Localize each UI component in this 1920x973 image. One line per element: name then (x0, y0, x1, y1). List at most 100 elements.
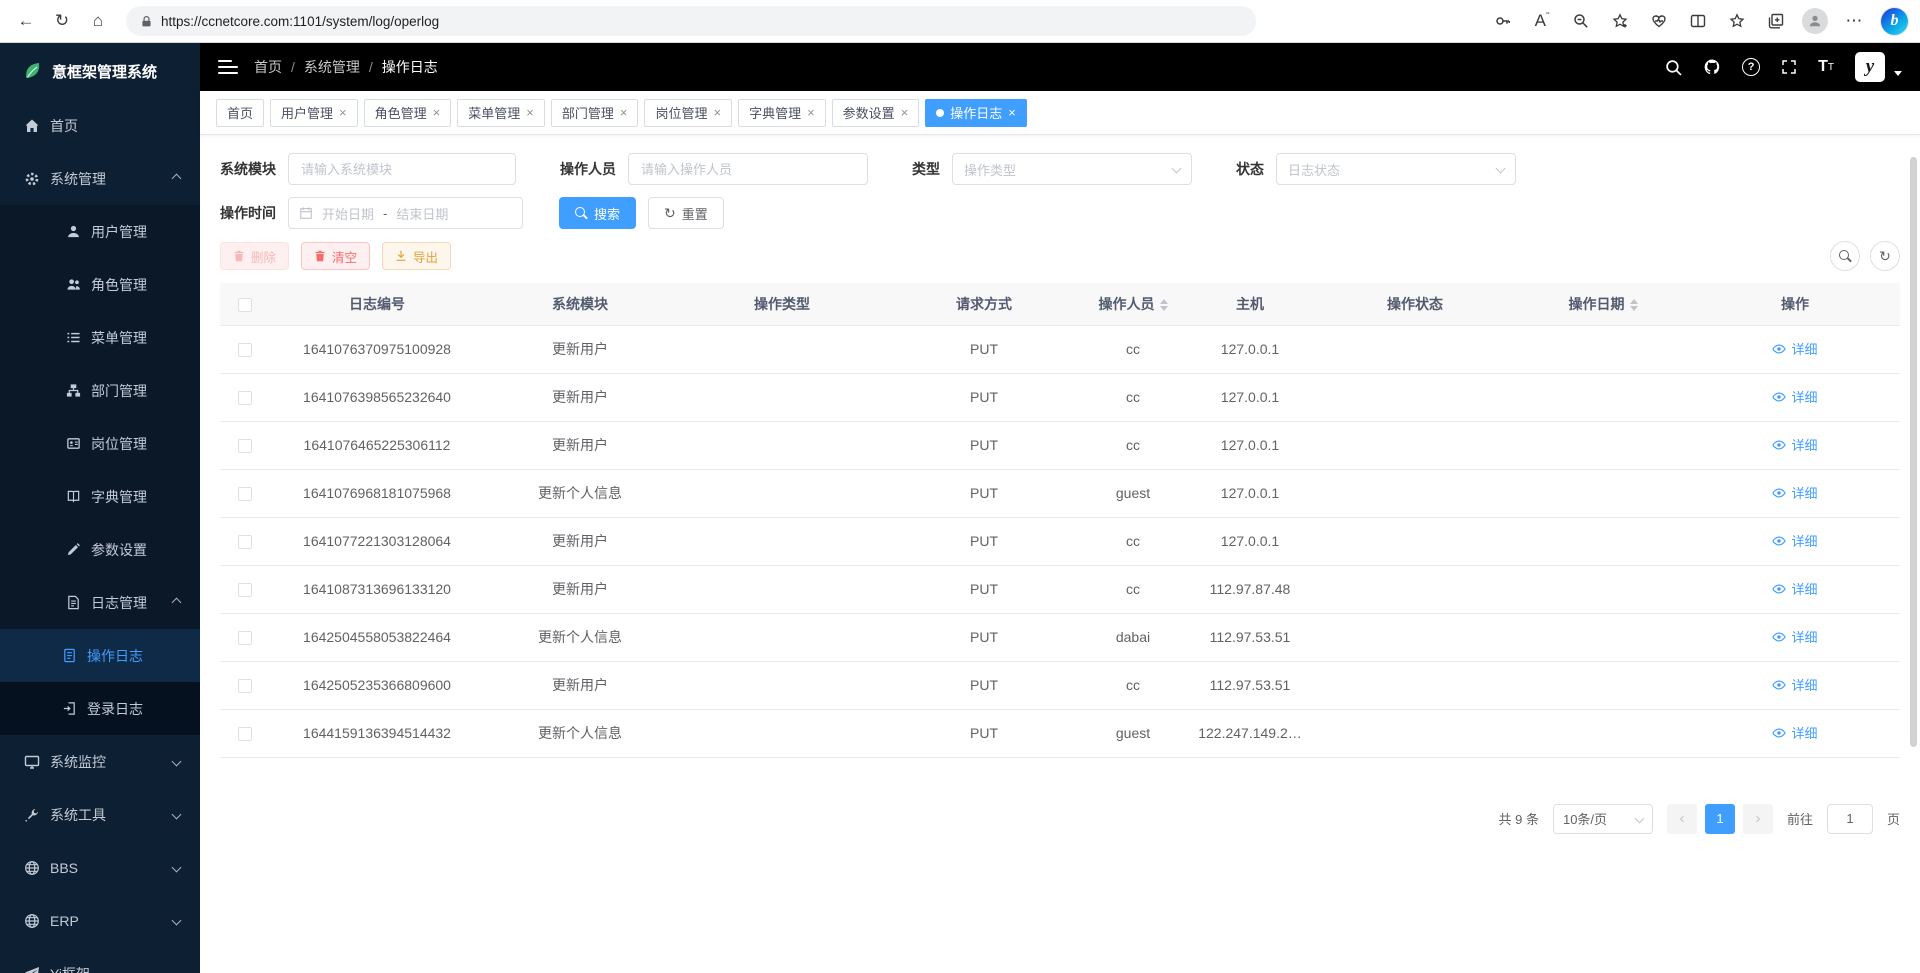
prev-page-button[interactable] (1667, 804, 1697, 834)
detail-link[interactable]: 详细 (1772, 483, 1817, 502)
module-input[interactable] (288, 153, 516, 185)
font-size-button[interactable]: TT (1818, 58, 1834, 76)
close-icon[interactable] (1008, 106, 1016, 119)
detail-link[interactable]: 详细 (1772, 627, 1817, 646)
browser-reload-button[interactable]: ↻ (44, 4, 80, 38)
sort-icon[interactable] (1630, 299, 1638, 311)
sidebar-item-user-mgmt[interactable]: 用户管理 (0, 205, 200, 258)
sidebar-item-dept-mgmt[interactable]: 部门管理 (0, 364, 200, 417)
sidebar-item-log-mgmt[interactable]: 日志管理 (0, 576, 200, 629)
sidebar-item-post-mgmt[interactable]: 岗位管理 (0, 417, 200, 470)
tab-menu-mgmt[interactable]: 菜单管理 (457, 99, 545, 127)
col-operator[interactable]: 操作人员 (1080, 283, 1186, 325)
reset-button[interactable]: ↻ 重置 (648, 197, 724, 229)
sidebar-item-home[interactable]: 首页 (0, 99, 200, 152)
tab-home[interactable]: 首页 (216, 99, 264, 127)
sidebar-item-sys-monitor[interactable]: 系统监控 (0, 735, 200, 788)
close-icon[interactable] (433, 106, 441, 119)
password-key-button[interactable] (1485, 4, 1521, 38)
next-page-button[interactable] (1743, 804, 1773, 834)
page-number-button[interactable]: 1 (1705, 804, 1735, 834)
sidebar-item-bbs[interactable]: BBS (0, 841, 200, 894)
row-checkbox[interactable] (238, 631, 252, 645)
close-icon[interactable] (713, 106, 721, 119)
row-checkbox[interactable] (238, 343, 252, 357)
sidebar-item-system-mgmt[interactable]: 系统管理 (0, 152, 200, 205)
sidebar-item-role-mgmt[interactable]: 角色管理 (0, 258, 200, 311)
row-checkbox[interactable] (238, 679, 252, 693)
sidebar-item-yi-framework[interactable]: Yi框架 (0, 947, 200, 973)
clear-button[interactable]: 清空 (301, 242, 370, 270)
type-select[interactable]: 操作类型 (952, 153, 1192, 185)
url-bar[interactable]: https://ccnetcore.com:1101/system/log/op… (126, 6, 1256, 36)
read-aloud-button[interactable]: A˜ (1524, 4, 1560, 38)
browser-home-button[interactable]: ⌂ (80, 4, 116, 38)
github-button[interactable] (1703, 58, 1721, 76)
breadcrumb-system-mgmt[interactable]: 系统管理 (304, 57, 360, 77)
status-select[interactable]: 日志状态 (1276, 153, 1516, 185)
detail-link[interactable]: 详细 (1772, 531, 1817, 550)
delete-button[interactable]: 删除 (220, 242, 289, 270)
row-checkbox[interactable] (238, 535, 252, 549)
sidebar-item-dict-mgmt[interactable]: 字典管理 (0, 470, 200, 523)
caret-down-icon[interactable] (1894, 71, 1902, 76)
detail-link[interactable]: 详细 (1772, 723, 1817, 742)
browser-back-button[interactable]: ← (8, 4, 44, 38)
detail-link[interactable]: 详细 (1772, 435, 1817, 454)
fullscreen-button[interactable] (1781, 59, 1797, 75)
help-button[interactable]: ? (1742, 58, 1760, 76)
row-checkbox[interactable] (238, 439, 252, 453)
toggle-search-button[interactable] (1830, 241, 1860, 271)
browser-profile-button[interactable] (1797, 4, 1833, 38)
detail-link[interactable]: 详细 (1772, 579, 1817, 598)
tab-dict-mgmt[interactable]: 字典管理 (738, 99, 826, 127)
zoom-out-button[interactable] (1563, 4, 1599, 38)
search-button[interactable]: 搜索 (559, 197, 636, 229)
row-checkbox[interactable] (238, 487, 252, 501)
page-size-select[interactable]: 10条/页 (1553, 804, 1653, 834)
split-screen-button[interactable] (1680, 4, 1716, 38)
sidebar-item-login-log[interactable]: 登录日志 (0, 682, 200, 735)
favorites-button[interactable] (1719, 4, 1755, 38)
tab-param-settings[interactable]: 参数设置 (832, 99, 920, 127)
close-icon[interactable] (807, 106, 815, 119)
close-icon[interactable] (901, 106, 909, 119)
export-button[interactable]: 导出 (382, 242, 451, 270)
sidebar-toggle-button[interactable] (218, 60, 238, 74)
refresh-table-button[interactable]: ↻ (1870, 241, 1900, 271)
close-icon[interactable] (339, 106, 347, 119)
detail-link[interactable]: 详细 (1772, 339, 1817, 358)
sort-icon[interactable] (1160, 299, 1168, 311)
row-checkbox[interactable] (238, 583, 252, 597)
header-search-button[interactable] (1665, 59, 1682, 76)
tab-oper-log[interactable]: 操作日志 (925, 99, 1027, 127)
detail-link[interactable]: 详细 (1772, 387, 1817, 406)
browser-essentials-button[interactable] (1641, 4, 1677, 38)
tab-role-mgmt[interactable]: 角色管理 (364, 99, 452, 127)
tab-user-mgmt[interactable]: 用户管理 (270, 99, 358, 127)
select-all-checkbox[interactable] (238, 298, 252, 312)
user-avatar[interactable]: y (1855, 52, 1885, 82)
detail-link[interactable]: 详细 (1772, 675, 1817, 694)
goto-page-input[interactable] (1827, 804, 1873, 834)
breadcrumb-home[interactable]: 首页 (254, 57, 282, 77)
sidebar-item-menu-mgmt[interactable]: 菜单管理 (0, 311, 200, 364)
close-icon[interactable] (526, 106, 534, 119)
row-checkbox[interactable] (238, 727, 252, 741)
date-range-picker[interactable]: 开始日期 - 结束日期 (288, 197, 523, 229)
sidebar-item-erp[interactable]: ERP (0, 894, 200, 947)
row-checkbox[interactable] (238, 391, 252, 405)
tab-post-mgmt[interactable]: 岗位管理 (644, 99, 732, 127)
close-icon[interactable] (620, 106, 628, 119)
sidebar-item-param-settings[interactable]: 参数设置 (0, 523, 200, 576)
collections-button[interactable] (1758, 4, 1794, 38)
page-scrollbar[interactable] (1910, 157, 1917, 747)
col-date[interactable]: 操作日期 (1516, 283, 1690, 325)
operator-input[interactable] (628, 153, 868, 185)
browser-more-button[interactable]: ⋯ (1836, 4, 1872, 38)
add-favorite-button[interactable] (1602, 4, 1638, 38)
sidebar-item-oper-log[interactable]: 操作日志 (0, 629, 200, 682)
bing-icon[interactable]: b (1881, 8, 1908, 35)
tab-dept-mgmt[interactable]: 部门管理 (551, 99, 639, 127)
sidebar-item-sys-tools[interactable]: 系统工具 (0, 788, 200, 841)
